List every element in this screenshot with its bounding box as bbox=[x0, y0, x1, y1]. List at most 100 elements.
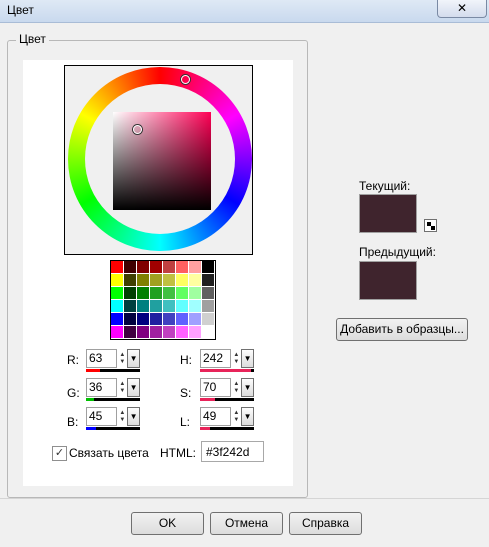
color-swatch[interactable] bbox=[189, 313, 202, 326]
color-swatch[interactable] bbox=[176, 287, 189, 300]
hue-cursor[interactable] bbox=[181, 75, 190, 84]
l-value[interactable]: 49 bbox=[200, 407, 232, 426]
l-dropdown[interactable]: ▼ bbox=[241, 407, 254, 426]
g-dropdown[interactable]: ▼ bbox=[127, 378, 140, 397]
b-bar-track bbox=[86, 427, 140, 430]
g-spinner[interactable]: 36 ▲ ▼ ▼ bbox=[86, 378, 140, 397]
b-dropdown[interactable]: ▼ bbox=[127, 407, 140, 426]
color-swatch[interactable] bbox=[150, 300, 163, 313]
spin-up-icon[interactable]: ▲ bbox=[119, 381, 125, 388]
spin-down-icon[interactable]: ▼ bbox=[233, 359, 239, 366]
color-swatch[interactable] bbox=[124, 313, 137, 326]
color-swatch[interactable] bbox=[163, 326, 176, 339]
s-spinner[interactable]: 70 ▲ ▼ ▼ bbox=[200, 378, 254, 397]
color-swatch[interactable] bbox=[150, 287, 163, 300]
r-dropdown[interactable]: ▼ bbox=[127, 349, 140, 368]
spin-down-icon[interactable]: ▼ bbox=[119, 388, 125, 395]
r-spinner[interactable]: 63 ▲ ▼ ▼ bbox=[86, 349, 140, 368]
color-swatch[interactable] bbox=[189, 300, 202, 313]
color-swatch[interactable] bbox=[111, 261, 124, 274]
spin-down-icon[interactable]: ▼ bbox=[233, 388, 239, 395]
color-swatch[interactable] bbox=[202, 274, 215, 287]
color-swatch[interactable] bbox=[202, 326, 215, 339]
hue-wheel[interactable] bbox=[68, 67, 252, 251]
h-spinner[interactable]: 242 ▲ ▼ ▼ bbox=[200, 349, 254, 368]
color-swatch[interactable] bbox=[150, 326, 163, 339]
color-swatch[interactable] bbox=[202, 261, 215, 274]
color-swatch[interactable] bbox=[124, 287, 137, 300]
g-arrows[interactable]: ▲ ▼ bbox=[117, 378, 127, 397]
cancel-button[interactable]: Отмена bbox=[210, 512, 283, 535]
swap-color-icon[interactable] bbox=[424, 219, 437, 232]
spin-down-icon[interactable]: ▼ bbox=[119, 417, 125, 424]
color-swatch[interactable] bbox=[137, 313, 150, 326]
spin-down-icon[interactable]: ▼ bbox=[233, 417, 239, 424]
r-arrows[interactable]: ▲ ▼ bbox=[117, 349, 127, 368]
color-swatch[interactable] bbox=[124, 300, 137, 313]
color-swatch[interactable] bbox=[137, 274, 150, 287]
color-swatch[interactable] bbox=[124, 326, 137, 339]
color-swatch[interactable] bbox=[111, 300, 124, 313]
color-swatch[interactable] bbox=[189, 274, 202, 287]
l-arrows[interactable]: ▲ ▼ bbox=[231, 407, 241, 426]
saturation-lightness-square[interactable] bbox=[113, 112, 211, 210]
color-swatch[interactable] bbox=[163, 287, 176, 300]
color-swatch[interactable] bbox=[111, 287, 124, 300]
color-swatch[interactable] bbox=[111, 326, 124, 339]
color-swatch[interactable] bbox=[176, 313, 189, 326]
s-value[interactable]: 70 bbox=[200, 378, 232, 397]
spin-down-icon[interactable]: ▼ bbox=[119, 359, 125, 366]
s-dropdown[interactable]: ▼ bbox=[241, 378, 254, 397]
color-swatch[interactable] bbox=[124, 274, 137, 287]
color-swatch[interactable] bbox=[150, 261, 163, 274]
color-swatch[interactable] bbox=[137, 326, 150, 339]
previous-color-preview[interactable] bbox=[359, 261, 417, 300]
g-value[interactable]: 36 bbox=[86, 378, 118, 397]
color-swatch[interactable] bbox=[150, 313, 163, 326]
spin-up-icon[interactable]: ▲ bbox=[119, 352, 125, 359]
spin-up-icon[interactable]: ▲ bbox=[233, 381, 239, 388]
color-swatch[interactable] bbox=[163, 274, 176, 287]
html-input[interactable]: #3f242d bbox=[201, 441, 264, 462]
link-colors-label[interactable]: Связать цвета bbox=[69, 446, 149, 460]
color-swatch[interactable] bbox=[163, 313, 176, 326]
color-swatch[interactable] bbox=[150, 274, 163, 287]
color-swatch[interactable] bbox=[176, 326, 189, 339]
sl-cursor[interactable] bbox=[133, 125, 142, 134]
color-swatch[interactable] bbox=[163, 300, 176, 313]
color-swatch[interactable] bbox=[111, 274, 124, 287]
color-swatch[interactable] bbox=[189, 287, 202, 300]
b-arrows[interactable]: ▲ ▼ bbox=[117, 407, 127, 426]
r-bar-track bbox=[86, 369, 140, 372]
color-swatch[interactable] bbox=[137, 261, 150, 274]
color-swatch[interactable] bbox=[124, 261, 137, 274]
l-spinner[interactable]: 49 ▲ ▼ ▼ bbox=[200, 407, 254, 426]
s-arrows[interactable]: ▲ ▼ bbox=[231, 378, 241, 397]
h-value[interactable]: 242 bbox=[200, 349, 232, 368]
help-button[interactable]: Справка bbox=[289, 512, 362, 535]
color-swatch[interactable] bbox=[137, 300, 150, 313]
color-swatch[interactable] bbox=[189, 326, 202, 339]
color-swatch[interactable] bbox=[202, 287, 215, 300]
b-value[interactable]: 45 bbox=[86, 407, 118, 426]
color-swatch[interactable] bbox=[137, 287, 150, 300]
add-to-swatches-button[interactable]: Добавить в образцы... bbox=[336, 318, 468, 341]
color-swatch[interactable] bbox=[176, 261, 189, 274]
link-colors-checkbox[interactable]: ✓ bbox=[52, 446, 67, 461]
color-swatch[interactable] bbox=[202, 300, 215, 313]
h-arrows[interactable]: ▲ ▼ bbox=[231, 349, 241, 368]
color-swatch[interactable] bbox=[111, 313, 124, 326]
color-swatch[interactable] bbox=[189, 261, 202, 274]
color-swatch[interactable] bbox=[163, 261, 176, 274]
r-value[interactable]: 63 bbox=[86, 349, 118, 368]
h-dropdown[interactable]: ▼ bbox=[241, 349, 254, 368]
spin-up-icon[interactable]: ▲ bbox=[233, 410, 239, 417]
spin-up-icon[interactable]: ▲ bbox=[233, 352, 239, 359]
color-swatch[interactable] bbox=[202, 313, 215, 326]
spin-up-icon[interactable]: ▲ bbox=[119, 410, 125, 417]
color-swatch[interactable] bbox=[176, 300, 189, 313]
close-button[interactable]: ✕ bbox=[437, 0, 487, 18]
ok-button[interactable]: OK bbox=[131, 512, 204, 535]
color-swatch[interactable] bbox=[176, 274, 189, 287]
b-spinner[interactable]: 45 ▲ ▼ ▼ bbox=[86, 407, 140, 426]
